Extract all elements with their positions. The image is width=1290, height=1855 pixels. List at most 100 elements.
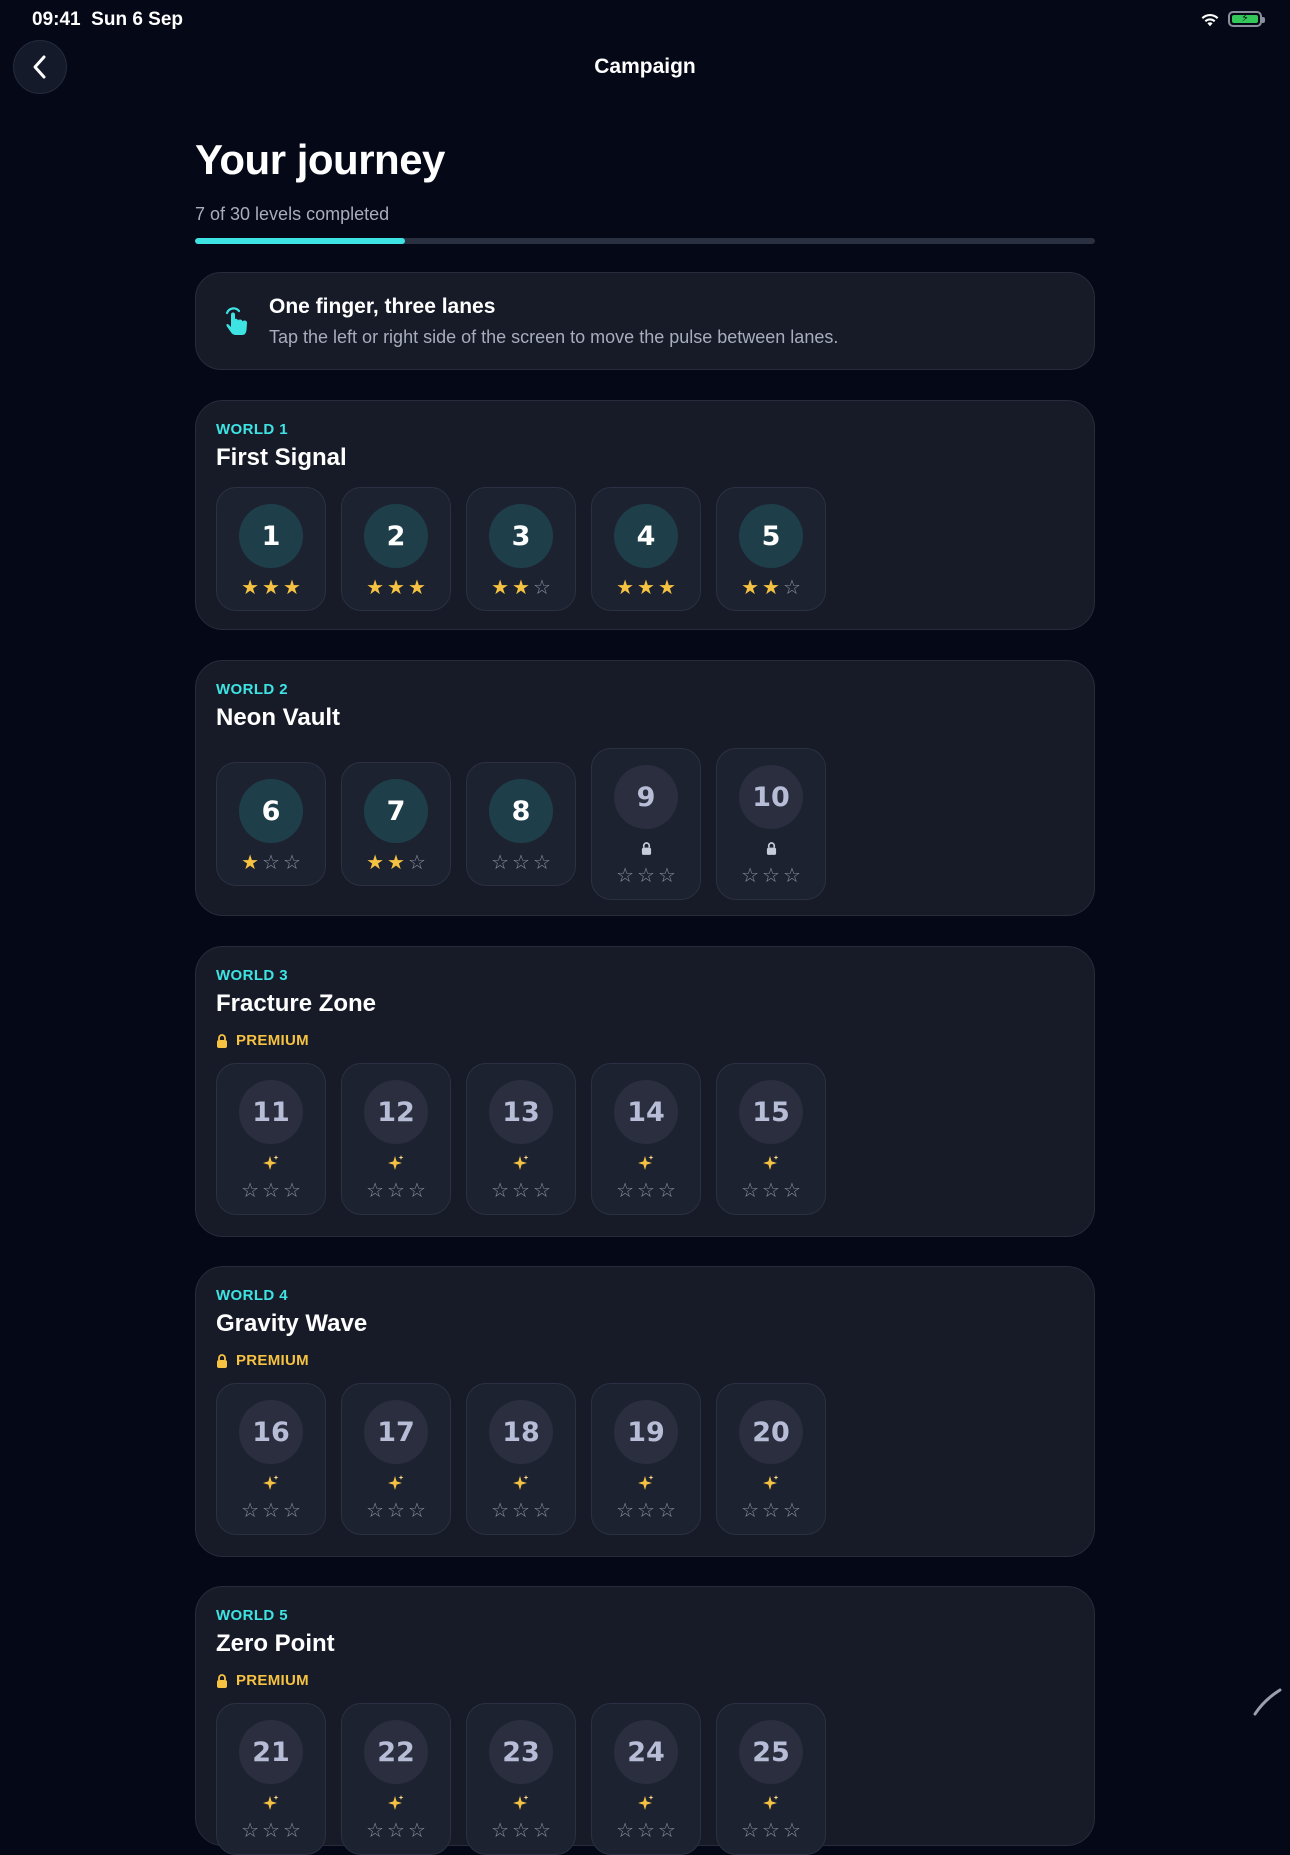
level-number: 7: [364, 779, 428, 843]
level-number: 19: [614, 1400, 678, 1464]
sparkle-icon: [637, 1154, 655, 1172]
level-status: [641, 839, 652, 857]
sparkle-icon: [637, 1474, 655, 1492]
world-name: Fracture Zone: [216, 990, 1074, 1018]
star-icon: ☆: [637, 1181, 655, 1201]
level-number: 16: [239, 1400, 303, 1464]
level-status: [387, 1794, 405, 1812]
star-icon: ★: [658, 578, 676, 598]
level-tile-13[interactable]: 13☆☆☆: [466, 1063, 576, 1215]
level-tile-16[interactable]: 16☆☆☆: [216, 1383, 326, 1535]
star-icon: ☆: [741, 1821, 759, 1841]
world-label: WORLD 2: [216, 681, 1074, 698]
level-tile-12[interactable]: 12 ☆☆☆: [341, 1063, 451, 1215]
star-icon: ☆: [762, 866, 780, 886]
world-card: WORLD 5Zero PointPREMIUM21☆☆☆22☆☆☆23☆☆☆2…: [195, 1586, 1095, 1846]
level-tile-11[interactable]: 11☆☆☆: [216, 1063, 326, 1215]
level-number: 25: [739, 1720, 803, 1784]
star-icon: ☆: [783, 1821, 801, 1841]
lock-icon: [216, 1674, 228, 1688]
level-tile-23[interactable]: 23☆☆☆: [466, 1703, 576, 1855]
level-tile-9[interactable]: 9☆☆☆: [591, 748, 701, 900]
level-tile-6[interactable]: 6★☆☆: [216, 762, 326, 886]
star-icon: ☆: [408, 853, 426, 873]
level-tile-1[interactable]: 1★★★: [216, 487, 326, 611]
star-icon: ☆: [783, 866, 801, 886]
level-tile-17[interactable]: 17☆☆☆: [341, 1383, 451, 1535]
level-stars: ☆☆☆: [741, 1181, 801, 1201]
level-tile-8[interactable]: 8☆☆☆: [466, 762, 576, 886]
star-icon: ★: [637, 578, 655, 598]
star-icon: ☆: [283, 1501, 301, 1521]
level-tile-24[interactable]: 24☆☆☆: [591, 1703, 701, 1855]
sparkle-icon: [387, 1794, 405, 1812]
level-tile-18[interactable]: 18☆☆☆: [466, 1383, 576, 1535]
star-icon: ☆: [262, 853, 280, 873]
level-status: [512, 1474, 530, 1492]
star-icon: ☆: [637, 1821, 655, 1841]
level-tile-21[interactable]: 21☆☆☆: [216, 1703, 326, 1855]
level-status: [512, 1154, 530, 1172]
level-tile-14[interactable]: 14☆☆☆: [591, 1063, 701, 1215]
star-icon: ☆: [637, 866, 655, 886]
lock-icon: [766, 842, 777, 855]
level-number: 21: [239, 1720, 303, 1784]
level-row: 6★☆☆7★★☆8☆☆☆9☆☆☆10☆☆☆: [216, 748, 1074, 900]
level-number: 4: [614, 504, 678, 568]
star-icon: ☆: [241, 1181, 259, 1201]
star-icon: ★: [616, 578, 634, 598]
star-icon: ★: [366, 853, 384, 873]
level-number: 12: [364, 1080, 428, 1144]
star-icon: ☆: [658, 866, 676, 886]
star-icon: ☆: [637, 1501, 655, 1521]
star-icon: ☆: [658, 1821, 676, 1841]
level-number: 15: [739, 1080, 803, 1144]
sparkle-icon: [512, 1154, 530, 1172]
star-icon: ☆: [262, 1821, 280, 1841]
lock-icon: [216, 1034, 228, 1048]
star-icon: ☆: [512, 1821, 530, 1841]
level-stars: ☆☆☆: [366, 1181, 426, 1201]
sparkle-icon: [387, 1154, 405, 1172]
battery-charging-icon: ⚡: [1228, 11, 1262, 27]
status-bar: 09:41 Sun 6 Sep ⚡: [0, 0, 1290, 40]
star-icon: ★: [762, 578, 780, 598]
level-tile-15[interactable]: 15 ☆☆☆: [716, 1063, 826, 1215]
level-row: 16☆☆☆17☆☆☆18☆☆☆19☆☆☆20☆☆☆: [216, 1383, 1074, 1535]
level-number: 22: [364, 1720, 428, 1784]
level-number: 23: [489, 1720, 553, 1784]
level-tile-20[interactable]: 20☆☆☆: [716, 1383, 826, 1535]
star-icon: ★: [512, 578, 530, 598]
level-stars: ☆☆☆: [741, 1501, 801, 1521]
level-stars: ☆☆☆: [741, 866, 801, 886]
level-tile-25[interactable]: 25☆☆☆: [716, 1703, 826, 1855]
level-tile-5[interactable]: 5★★☆: [716, 487, 826, 611]
star-icon: ★: [741, 578, 759, 598]
level-tile-2[interactable]: 2★★★: [341, 487, 451, 611]
star-icon: ☆: [512, 853, 530, 873]
level-tile-3[interactable]: 3★★☆: [466, 487, 576, 611]
level-stars: ★★★: [366, 578, 426, 598]
level-number: 18: [489, 1400, 553, 1464]
star-icon: ☆: [533, 1181, 551, 1201]
level-tile-19[interactable]: 19☆☆☆: [591, 1383, 701, 1535]
premium-badge: PREMIUM: [216, 1032, 1074, 1049]
premium-label: PREMIUM: [236, 1352, 309, 1369]
star-icon: ☆: [533, 1501, 551, 1521]
star-icon: ☆: [741, 1501, 759, 1521]
level-tile-7[interactable]: 7★★☆: [341, 762, 451, 886]
level-tile-4[interactable]: 4★★★: [591, 487, 701, 611]
level-stars: ★★☆: [366, 853, 426, 873]
level-tile-22[interactable]: 22☆☆☆: [341, 1703, 451, 1855]
level-stars: ☆☆☆: [741, 1821, 801, 1841]
star-icon: ☆: [387, 1501, 405, 1521]
star-icon: ☆: [533, 853, 551, 873]
level-stars: ☆☆☆: [616, 1181, 676, 1201]
star-icon: ☆: [491, 1501, 509, 1521]
world-card: WORLD 4Gravity WavePREMIUM16☆☆☆17☆☆☆18☆☆…: [195, 1266, 1095, 1557]
world-label: WORLD 3: [216, 967, 1074, 984]
level-status: [637, 1154, 655, 1172]
level-number: 3: [489, 504, 553, 568]
level-number: 8: [489, 779, 553, 843]
level-tile-10[interactable]: 10☆☆☆: [716, 748, 826, 900]
